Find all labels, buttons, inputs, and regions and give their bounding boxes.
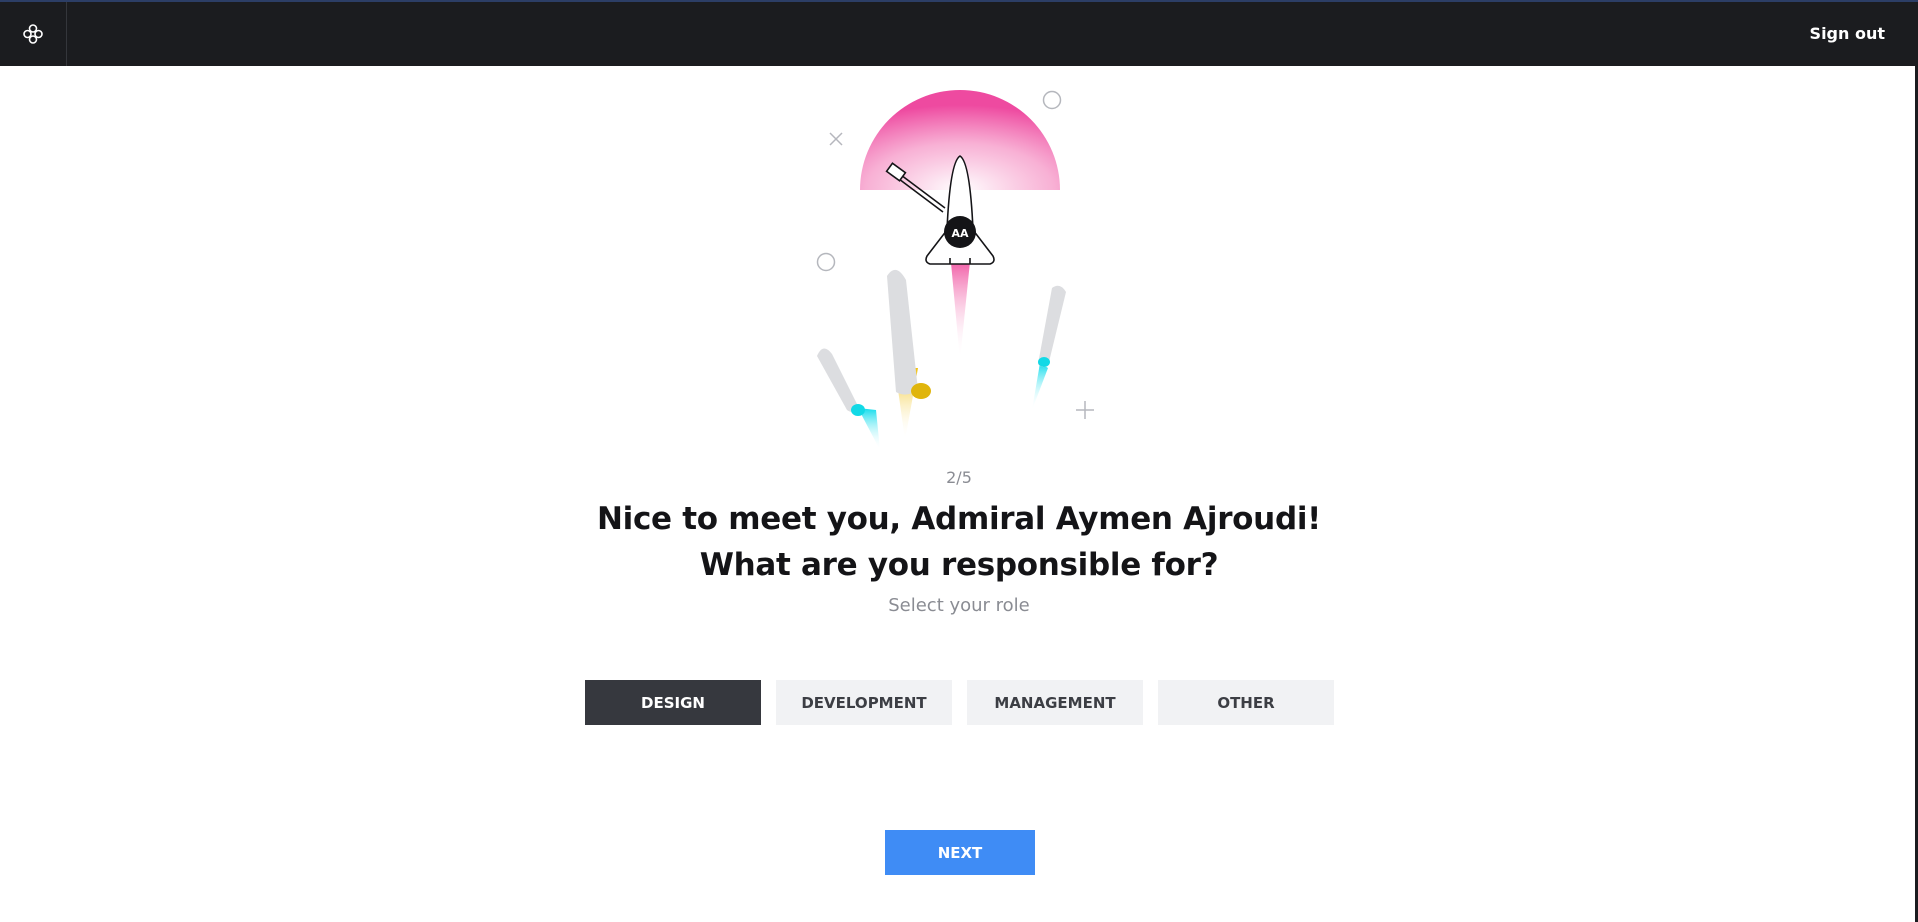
greeting-heading: Nice to meet you, Admiral Aymen Ajroudi! (596, 501, 1322, 537)
role-option-management[interactable]: MANAGEMENT (967, 680, 1143, 725)
role-option-design[interactable]: DESIGN (585, 680, 761, 725)
rocket-launch-illustration: AA (816, 90, 1094, 450)
decorative-plus-icon (1076, 401, 1094, 419)
app-logo-button[interactable] (0, 2, 67, 66)
user-avatar: AA (944, 216, 976, 248)
right-booster (1032, 285, 1066, 410)
left-booster (817, 348, 880, 450)
role-option-development[interactable]: DEVELOPMENT (776, 680, 952, 725)
decorative-circle-icon (1042, 90, 1062, 110)
role-option-other[interactable]: OTHER (1158, 680, 1334, 725)
page-title: Nice to meet you, Admiral Aymen Ajroudi!… (0, 496, 1918, 588)
role-selector: DESIGN DEVELOPMENT MANAGEMENT OTHER (585, 680, 1334, 725)
app-logo-icon (23, 24, 43, 44)
decorative-circle-icon (816, 252, 836, 272)
sign-out-link[interactable]: Sign out (1810, 24, 1885, 43)
large-booster (887, 269, 931, 440)
avatar-initials: AA (951, 227, 969, 240)
step-indicator: 2/5 (946, 468, 972, 487)
decorative-cross-icon (829, 132, 843, 146)
top-navigation-bar: Sign out (0, 0, 1918, 66)
next-button[interactable]: NEXT (885, 830, 1035, 875)
question-heading: What are you responsible for? (699, 547, 1219, 583)
page-subtitle: Select your role (888, 595, 1030, 616)
